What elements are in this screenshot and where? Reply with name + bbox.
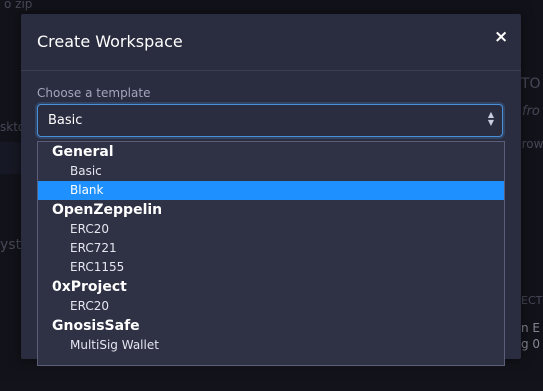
option-oz-erc20[interactable]: ERC20 bbox=[38, 220, 504, 239]
optgroup-gnosissafe: GnosisSafe bbox=[52, 318, 140, 334]
option-0x-erc20[interactable]: ERC20 bbox=[38, 297, 504, 316]
option-basic[interactable]: Basic bbox=[38, 162, 504, 181]
select-arrows-icon: ▲ ▼ bbox=[487, 110, 494, 127]
option-oz-erc1155[interactable]: ERC1155 bbox=[38, 258, 504, 277]
template-select[interactable]: Basic ▲ ▼ bbox=[37, 104, 503, 137]
option-blank[interactable]: Blank bbox=[38, 181, 504, 200]
option-oz-erc721[interactable]: ERC721 bbox=[38, 239, 504, 258]
modal-title: Create Workspace bbox=[37, 32, 183, 51]
template-select-value: Basic bbox=[48, 113, 83, 128]
optgroup-general: General bbox=[52, 144, 114, 160]
modal-header: Create Workspace × bbox=[21, 14, 521, 71]
template-dropdown-list[interactable]: General Basic Blank OpenZeppelin ERC20 E… bbox=[37, 141, 505, 366]
template-field-label: Choose a template bbox=[37, 86, 151, 100]
option-multisig-wallet[interactable]: MultiSig Wallet bbox=[38, 336, 504, 355]
optgroup-0xproject: 0xProject bbox=[52, 279, 127, 295]
close-icon[interactable]: × bbox=[494, 29, 508, 46]
optgroup-openzeppelin: OpenZeppelin bbox=[52, 202, 163, 218]
